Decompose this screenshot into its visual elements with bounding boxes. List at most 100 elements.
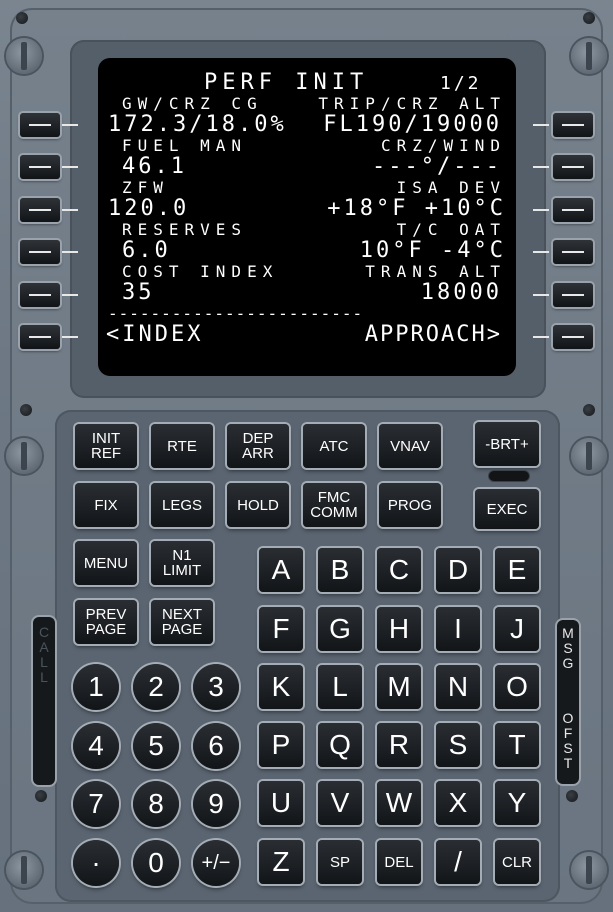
lsk-6l[interactable] [20,325,60,349]
exec-annunciator-light [489,471,529,481]
lsk-3r[interactable] [553,198,593,222]
plus-minus-key[interactable]: +/− [193,840,239,886]
rte-key[interactable]: RTE [151,424,213,468]
fmc-comm-key[interactable]: FMC COMM [303,483,365,527]
key-i[interactable]: I [436,607,480,651]
key-x[interactable]: X [436,781,480,825]
lsk-tick [533,251,549,253]
key-5[interactable]: 5 [133,723,179,769]
slash-key[interactable]: / [436,840,480,884]
key-q[interactable]: Q [318,723,362,767]
key-9[interactable]: 9 [193,781,239,827]
lsk-4r[interactable] [553,240,593,264]
key-k[interactable]: K [259,665,303,709]
row1-left-data: 172.3/18.0% [108,112,287,137]
screw-icon [583,12,595,24]
approach-prompt[interactable]: APPROACH> [365,322,502,347]
clear-key[interactable]: CLR [495,840,539,884]
hold-key[interactable]: HOLD [227,483,289,527]
lsk-2l[interactable] [20,155,60,179]
row2-right-data: ---°/--- [372,154,502,179]
space-key[interactable]: SP [318,840,362,884]
key-b[interactable]: B [318,548,362,592]
key-e[interactable]: E [495,548,539,592]
screw-icon [583,404,595,416]
row5-left-label: COST INDEX [122,262,279,281]
call-letter: C [38,624,50,640]
key-m[interactable]: M [377,665,421,709]
n1-limit-key[interactable]: N1 LIMIT [151,541,213,585]
row4-left-data: 6.0 [122,238,171,263]
cdu-display: PERF INIT 1/2 GW/CRZ CG TRIP/CRZ ALT 172.… [98,58,516,376]
key-f[interactable]: F [259,607,303,651]
dep-arr-key[interactable]: DEP ARR [227,424,289,468]
key-u[interactable]: U [259,781,303,825]
index-prompt[interactable]: <INDEX [106,322,203,347]
lsk-2r[interactable] [553,155,593,179]
page-number: 1/2 [440,73,482,94]
row3-left-label: ZFW [122,178,169,197]
key-l[interactable]: L [318,665,362,709]
ofst-letter: O [562,710,574,726]
key-1[interactable]: 1 [73,664,119,710]
lsk-5r[interactable] [553,283,593,307]
lsk-tick [533,336,549,338]
key-6[interactable]: 6 [193,723,239,769]
page-title: PERF INIT [204,70,369,95]
key-d[interactable]: D [436,548,480,592]
lsk-1l[interactable] [20,113,60,137]
lsk-tick [62,124,78,126]
fix-key[interactable]: FIX [75,483,137,527]
key-t[interactable]: T [495,723,539,767]
key-y[interactable]: Y [495,781,539,825]
key-0[interactable]: 0 [133,840,179,886]
next-page-key[interactable]: NEXT PAGE [151,600,213,644]
key-8[interactable]: 8 [133,781,179,827]
row3-right-data: +18°F +10°C [327,196,506,221]
row3-left-data: 120.0 [108,196,190,221]
decimal-key[interactable]: · [73,840,119,886]
brightness-key[interactable]: -BRT+ [475,422,539,466]
lsk-3l[interactable] [20,198,60,222]
exec-key[interactable]: EXEC [475,489,539,529]
key-c[interactable]: C [377,548,421,592]
lsk-4l[interactable] [20,240,60,264]
row2-left-data: 46.1 [122,154,187,179]
key-z[interactable]: Z [259,840,303,884]
key-s[interactable]: S [436,723,480,767]
key-2[interactable]: 2 [133,664,179,710]
slotted-screw-icon [571,438,607,474]
separator-line: ------------------------ [108,304,364,323]
key-p[interactable]: P [259,723,303,767]
vnav-key[interactable]: VNAV [379,424,441,468]
key-h[interactable]: H [377,607,421,651]
key-j[interactable]: J [495,607,539,651]
key-a[interactable]: A [259,548,303,592]
key-o[interactable]: O [495,665,539,709]
lsk-tick [533,294,549,296]
msg-letter: M [562,625,574,641]
delete-key[interactable]: DEL [377,840,421,884]
key-n[interactable]: N [436,665,480,709]
key-3[interactable]: 3 [193,664,239,710]
prev-page-key[interactable]: PREV PAGE [75,600,137,644]
key-v[interactable]: V [318,781,362,825]
lsk-tick [533,124,549,126]
lsk-tick [533,209,549,211]
key-w[interactable]: W [377,781,421,825]
key-g[interactable]: G [318,607,362,651]
call-annunciator: C A L L [33,617,55,785]
key-4[interactable]: 4 [73,723,119,769]
atc-key[interactable]: ATC [303,424,365,468]
lsk-5l[interactable] [20,283,60,307]
key-r[interactable]: R [377,723,421,767]
row2-left-label: FUEL MAN [122,136,248,155]
prog-key[interactable]: PROG [379,483,441,527]
init-ref-key[interactable]: INIT REF [75,424,137,468]
lsk-6r[interactable] [553,325,593,349]
row2-right-label: CRZ/WIND [380,136,506,155]
menu-key[interactable]: MENU [75,541,137,585]
legs-key[interactable]: LEGS [151,483,213,527]
lsk-1r[interactable] [553,113,593,137]
key-7[interactable]: 7 [73,781,119,827]
